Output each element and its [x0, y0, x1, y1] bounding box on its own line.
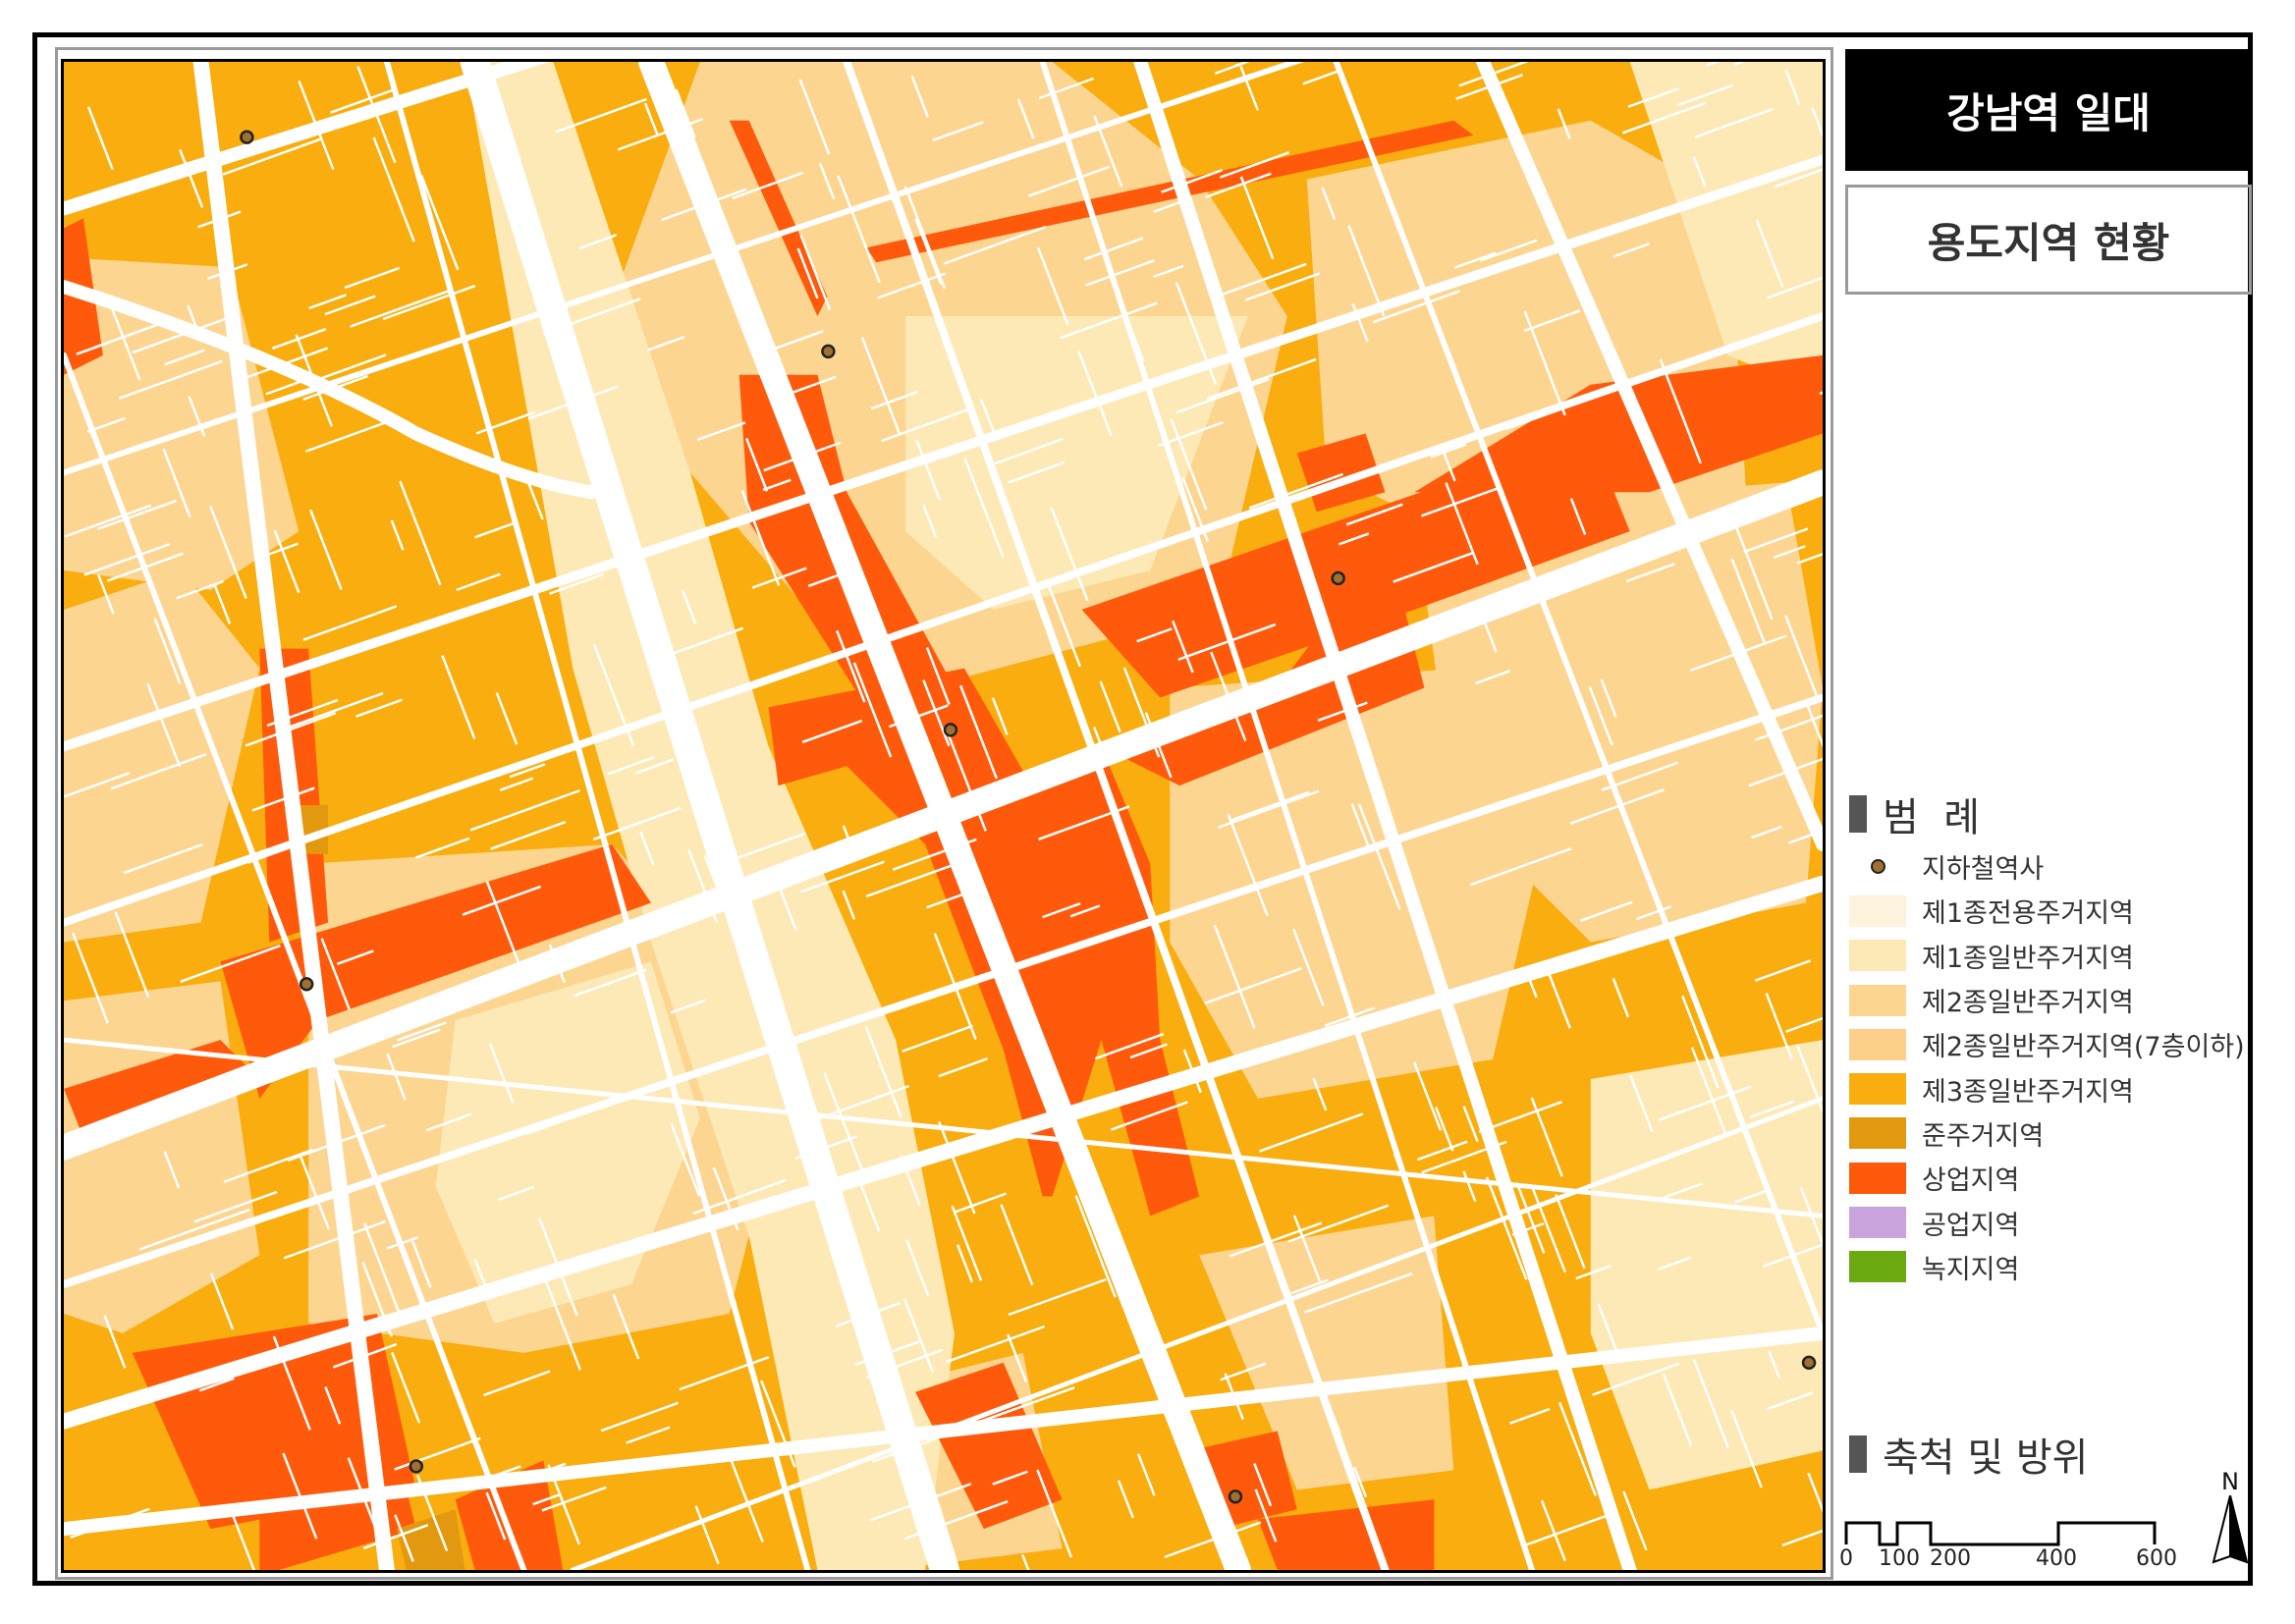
legend-item: 녹지지역 — [1849, 1245, 2245, 1289]
subway-station-marker — [240, 130, 254, 144]
legend-item: 제1종전용주거지역 — [1849, 889, 2245, 933]
legend: 지하철역사제1종전용주거지역제1종일반주거지역제2종일반주거지역제2종일반주거지… — [1849, 844, 2245, 1289]
legend-heading: 범 례 — [1849, 785, 1980, 842]
legend-label: 공업지역 — [1922, 1210, 2020, 1241]
legend-heading-text: 범 례 — [1883, 795, 1981, 840]
legend-swatch — [1849, 1028, 1906, 1060]
subway-station-marker — [821, 344, 836, 359]
legend-swatch — [1849, 1207, 1906, 1239]
map-title: 강남역 일대 — [1845, 49, 2252, 171]
legend-swatch — [1849, 1117, 1906, 1150]
legend-label: 제2종일반주거지역(7층이하) — [1922, 1032, 2245, 1063]
legend-swatch — [1849, 1162, 1906, 1194]
scale-heading-text: 축척 및 방위 — [1883, 1435, 2089, 1481]
scale-heading: 축척 및 방위 — [1849, 1426, 2088, 1483]
legend-item: 상업지역 — [1849, 1156, 2245, 1200]
legend-label: 제2종일반주거지역 — [1922, 988, 2134, 1019]
legend-item: 제3종일반주거지역 — [1849, 1066, 2245, 1110]
legend-swatch — [1849, 984, 1906, 1016]
legend-swatch — [1849, 894, 1906, 927]
subway-station-marker — [409, 1459, 424, 1474]
zoning-map — [61, 59, 1826, 1573]
legend-item: 제2종일반주거지역 — [1849, 978, 2245, 1022]
scale-tick-label: 100 — [1879, 1546, 1920, 1571]
north-arrow-right-half — [2229, 1495, 2249, 1564]
map-subtitle: 용도지역 현황 — [1845, 185, 2252, 295]
legend-label: 제1종일반주거지역 — [1922, 943, 2134, 974]
subway-station-marker — [1801, 1355, 1817, 1371]
subway-station-marker — [943, 723, 958, 737]
scale-tick-label: 0 — [1839, 1546, 1853, 1571]
legend-label: 상업지역 — [1922, 1165, 2020, 1197]
scale-tick-label: 400 — [2036, 1546, 2077, 1571]
legend-label: 지하철역사 — [1922, 854, 2045, 886]
subway-station-marker — [1331, 570, 1345, 586]
legend-label: 준주거지역 — [1922, 1120, 2045, 1152]
legend-swatch — [1849, 940, 1906, 972]
legend-item: 제2종일반주거지역(7층이하) — [1849, 1022, 2245, 1066]
legend-item: 지하철역사 — [1849, 844, 2245, 889]
legend-label: 녹지지역 — [1922, 1254, 2020, 1285]
legend-item: 제1종일반주거지역 — [1849, 934, 2245, 978]
legend-item: 준주거지역 — [1849, 1111, 2245, 1156]
legend-label: 제3종일반주거지역 — [1922, 1076, 2134, 1108]
north-label: N — [2221, 1468, 2239, 1495]
scale-heading-bar — [1849, 1435, 1867, 1473]
legend-heading-bar — [1849, 795, 1867, 833]
legend-point-symbol — [1849, 851, 1906, 883]
scale-tick-label: 600 — [2136, 1546, 2177, 1571]
legend-label: 제1종전용주거지역 — [1922, 898, 2134, 930]
subway-station-marker — [1228, 1489, 1243, 1504]
legend-swatch — [1849, 1073, 1906, 1106]
legend-item: 공업지역 — [1849, 1200, 2245, 1244]
zone-1st-residential-southeast — [1590, 1040, 1823, 1490]
scale-tick-label: 200 — [1930, 1546, 1971, 1571]
scale-bar-line — [1844, 1521, 2157, 1546]
station-dot-icon — [1870, 859, 1885, 875]
legend-swatch — [1849, 1251, 1906, 1283]
zoning-map-svg — [64, 62, 1823, 1570]
north-arrow: N — [2210, 1468, 2251, 1566]
north-arrow-icon — [2212, 1495, 2249, 1564]
north-arrow-left-half — [2212, 1495, 2231, 1564]
subway-station-marker — [299, 977, 314, 992]
